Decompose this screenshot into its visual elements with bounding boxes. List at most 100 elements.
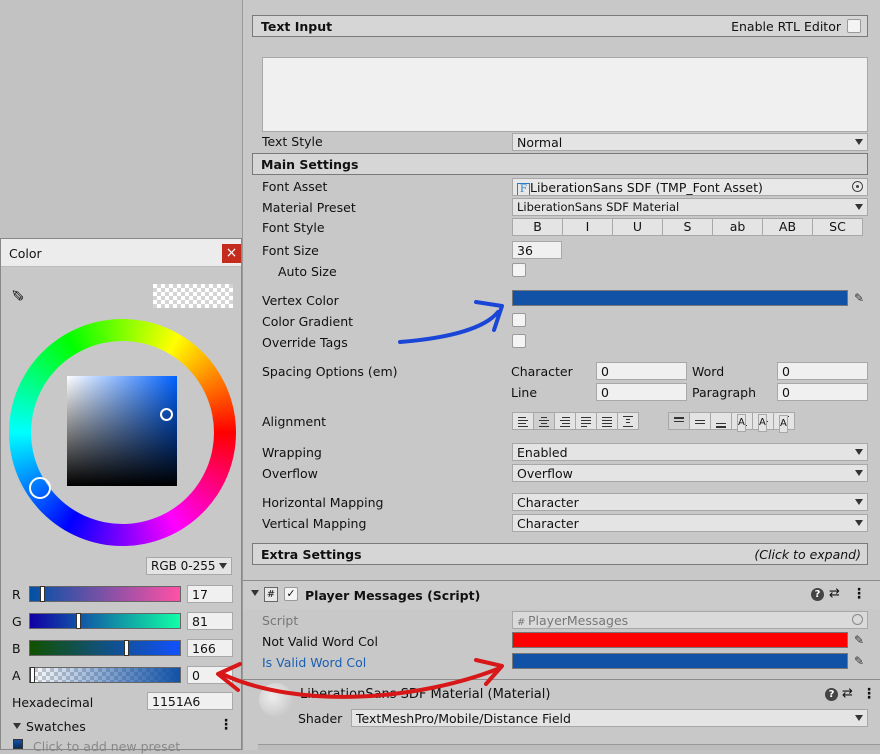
shader-value: TextMeshPro/Mobile/Distance Field — [356, 711, 571, 726]
wrapping-dropdown[interactable]: Enabled — [512, 443, 868, 461]
more-icon[interactable]: ⋮ — [852, 586, 866, 602]
a-field[interactable]: 0 — [187, 666, 233, 684]
r-field[interactable]: 17 — [187, 585, 233, 603]
align-right-icon[interactable] — [554, 412, 576, 430]
rtl-editor-checkbox[interactable] — [847, 19, 861, 33]
g-field[interactable]: 81 — [187, 612, 233, 630]
font-style-uppercase-button[interactable]: AB — [762, 218, 813, 236]
line-spacing-field[interactable]: 0 — [596, 383, 687, 401]
font-style-lowercase-button[interactable]: ab — [712, 218, 763, 236]
auto-size-checkbox[interactable] — [512, 263, 526, 277]
script-file-icon: # — [517, 617, 526, 628]
align-left-icon[interactable] — [512, 412, 534, 430]
font-style-smallcaps-button[interactable]: SC — [812, 218, 863, 236]
eyedropper-icon[interactable]: ✎ — [11, 285, 24, 304]
preset-swatch-icon[interactable] — [13, 739, 23, 749]
material-preview-sphere — [259, 683, 293, 717]
word-spacing-label: Word — [692, 364, 725, 379]
align-top-icon[interactable] — [668, 412, 690, 430]
b-slider-knob[interactable] — [124, 640, 130, 656]
font-style-bold-button[interactable]: B — [512, 218, 563, 236]
g-label: G — [12, 614, 22, 629]
horizontal-mapping-dropdown[interactable]: Character — [512, 493, 868, 511]
r-slider-knob[interactable] — [39, 586, 45, 602]
align-middle-icon[interactable] — [689, 412, 711, 430]
text-input-header[interactable]: Text Input Enable RTL Editor — [252, 15, 868, 37]
help-icon[interactable]: ? — [825, 688, 838, 701]
more-icon[interactable]: ⋮ — [862, 686, 876, 702]
chevron-down-icon — [855, 715, 863, 721]
align-flush-icon[interactable] — [596, 412, 618, 430]
a-slider-knob[interactable] — [30, 667, 35, 683]
eyedropper-icon[interactable]: ✎ — [851, 653, 867, 669]
align-bottom-icon[interactable] — [710, 412, 732, 430]
font-style-italic-button[interactable]: I — [562, 218, 613, 236]
overflow-dropdown[interactable]: Overflow — [512, 464, 868, 482]
font-style-strikethrough-button[interactable]: S — [662, 218, 713, 236]
override-tags-checkbox[interactable] — [512, 334, 526, 348]
chevron-down-icon — [855, 139, 863, 145]
align-center-icon[interactable] — [533, 412, 555, 430]
main-settings-header[interactable]: Main Settings — [252, 153, 868, 175]
g-slider-knob[interactable] — [76, 613, 82, 629]
hue-cursor[interactable] — [29, 477, 51, 499]
swatches-foldout-icon[interactable] — [13, 723, 21, 729]
r-slider[interactable] — [29, 586, 181, 602]
paragraph-spacing-field[interactable]: 0 — [777, 383, 868, 401]
text-input-area[interactable] — [262, 57, 868, 132]
eyedropper-icon[interactable]: ✎ — [851, 290, 867, 306]
not-valid-word-col-field[interactable] — [512, 632, 848, 648]
vertical-alignment-buttons: A A A — [668, 412, 795, 433]
b-field[interactable]: 166 — [187, 639, 233, 657]
color-gradient-checkbox[interactable] — [512, 313, 526, 327]
font-asset-value: LiberationSans SDF (TMP_Font Asset) — [530, 180, 763, 195]
settings-icon[interactable]: ⇄ — [829, 586, 840, 601]
object-picker-icon[interactable] — [852, 181, 863, 192]
align-baseline-icon[interactable]: A — [731, 412, 753, 432]
script-label: Script — [262, 613, 299, 628]
chevron-down-icon — [855, 499, 863, 505]
settings-icon[interactable]: ⇄ — [842, 686, 853, 701]
next-component-edge — [258, 744, 880, 750]
vertical-mapping-dropdown[interactable]: Character — [512, 514, 868, 532]
script-value: PlayerMessages — [528, 613, 629, 628]
material-preset-dropdown[interactable]: LiberationSans SDF Material — [512, 198, 868, 216]
b-slider[interactable] — [29, 640, 181, 656]
saturation-value-square[interactable] — [67, 376, 177, 486]
character-spacing-field[interactable]: 0 — [596, 362, 687, 380]
add-preset-text[interactable]: Click to add new preset — [33, 739, 180, 754]
is-valid-word-col-label: Is Valid Word Col — [262, 655, 367, 670]
align-midline-icon[interactable]: A — [752, 412, 774, 432]
vertex-color-field[interactable] — [512, 290, 848, 306]
close-icon[interactable]: × — [222, 244, 241, 263]
word-spacing-field[interactable]: 0 — [777, 362, 868, 380]
chevron-down-icon — [855, 204, 863, 210]
shader-dropdown[interactable]: TextMeshPro/Mobile/Distance Field — [351, 709, 868, 727]
extra-settings-header[interactable]: Extra Settings (Click to expand) — [252, 543, 868, 565]
component-enabled-checkbox[interactable]: ✓ — [284, 587, 298, 601]
align-geometry-center-icon[interactable] — [617, 412, 639, 430]
sv-cursor[interactable] — [160, 408, 173, 421]
text-style-dropdown[interactable]: Normal — [512, 133, 868, 151]
player-messages-title: Player Messages (Script) — [305, 588, 481, 603]
line-spacing-label: Line — [511, 385, 538, 400]
color-gradient-label: Color Gradient — [262, 314, 354, 329]
a-slider[interactable] — [29, 667, 181, 683]
hexadecimal-label: Hexadecimal — [12, 695, 94, 710]
is-valid-word-col-field[interactable] — [512, 653, 848, 669]
font-style-underline-button[interactable]: U — [612, 218, 663, 236]
more-icon[interactable]: ⋮ — [219, 717, 233, 733]
eyedropper-icon[interactable]: ✎ — [851, 632, 867, 648]
font-asset-field[interactable]: F LiberationSans SDF (TMP_Font Asset) — [512, 178, 868, 196]
hexadecimal-field[interactable]: 1151A6 — [147, 692, 233, 710]
color-window-titlebar[interactable]: Color × — [1, 239, 241, 267]
a-label: A — [12, 668, 21, 683]
help-icon[interactable]: ? — [811, 588, 824, 601]
swatches-label[interactable]: Swatches — [26, 719, 86, 734]
g-slider[interactable] — [29, 613, 181, 629]
align-capline-icon[interactable]: A — [773, 412, 795, 433]
foldout-arrow-icon[interactable] — [251, 590, 259, 596]
color-mode-dropdown[interactable]: RGB 0-255 — [146, 557, 232, 575]
font-size-field[interactable]: 36 — [512, 241, 562, 259]
align-justify-icon[interactable] — [575, 412, 597, 430]
